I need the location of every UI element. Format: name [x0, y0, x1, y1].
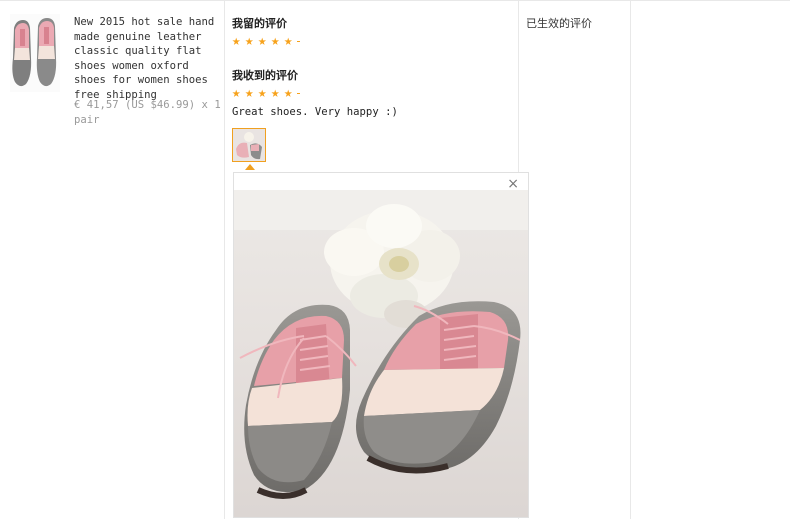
star-icon: ★ — [284, 85, 293, 101]
star-icon: ★ — [271, 85, 280, 101]
rating-divider — [297, 41, 300, 42]
product-title-link[interactable]: New 2015 hot sale hand made genuine leat… — [74, 15, 224, 102]
received-review-rating: ★ ★ ★ ★ ★ — [232, 86, 300, 100]
star-icon: ★ — [245, 85, 254, 101]
star-icon: ★ — [232, 85, 241, 101]
product-thumbnail[interactable] — [10, 14, 60, 92]
review-photo-thumbnail[interactable] — [232, 128, 266, 162]
my-review-rating: ★ ★ ★ ★ ★ — [232, 34, 300, 48]
star-icon: ★ — [258, 33, 267, 49]
review-comment: Great shoes. Very happy :) — [232, 106, 398, 118]
thumbnail-pointer — [245, 164, 255, 170]
star-icon: ★ — [284, 33, 293, 49]
top-divider — [0, 0, 790, 1]
star-icon: ★ — [258, 85, 267, 101]
close-icon[interactable]: × — [507, 177, 519, 191]
star-icon: ★ — [245, 33, 254, 49]
shoes-photo-icon — [233, 129, 265, 161]
my-review-heading: 我留的评价 — [232, 17, 287, 30]
price-and-quantity: € 41,57 (US $46.99) x 1 pair — [74, 99, 221, 126]
status-label: 已生效的评价 — [526, 17, 592, 30]
received-review-heading: 我收到的评价 — [232, 69, 298, 82]
column-divider — [224, 0, 225, 519]
column-divider — [630, 0, 631, 519]
photo-viewer: × — [233, 172, 529, 518]
review-photo — [234, 190, 528, 517]
rating-divider — [297, 93, 300, 94]
star-icon: ★ — [232, 33, 241, 49]
star-icon: ★ — [271, 33, 280, 49]
